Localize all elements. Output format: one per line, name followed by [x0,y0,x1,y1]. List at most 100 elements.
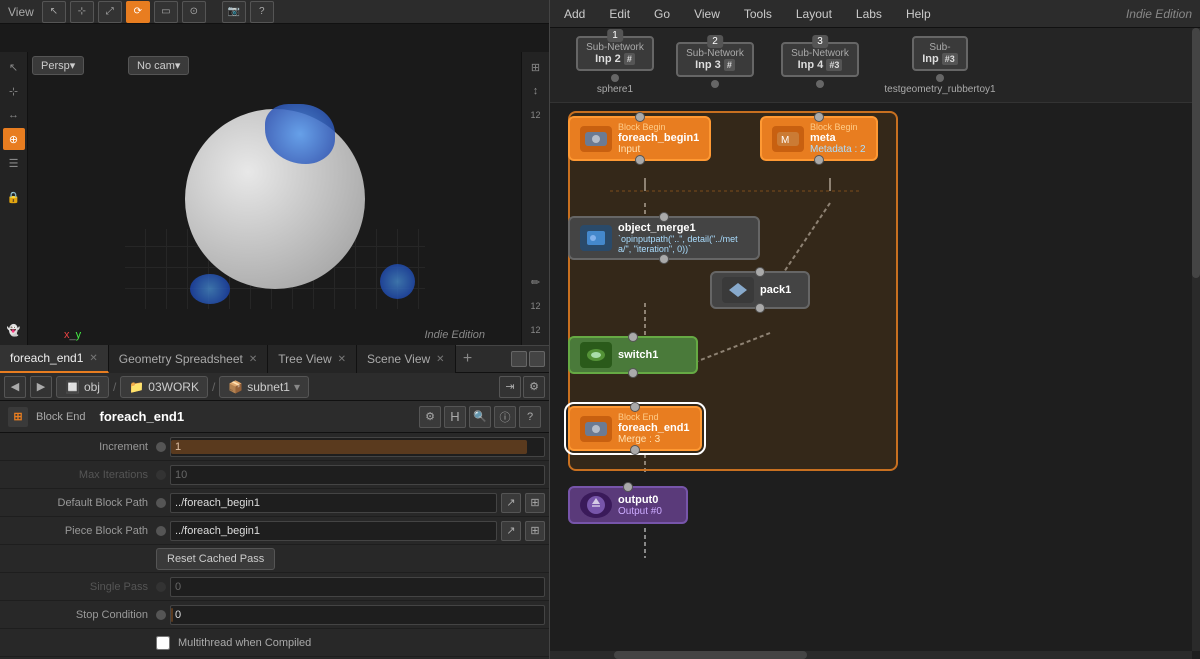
prop-label-max-iterations: Max Iterations [8,469,156,481]
breadcrumb-obj[interactable]: 🔲 obj [56,376,109,398]
node4-inp: Inp #3 [922,53,958,65]
input-node-4[interactable]: Sub- Inp #3 testgeometry_rubbertoy1 [880,36,1000,95]
node-output0[interactable]: output0 Output #0 [568,486,688,524]
tab-stack-btn[interactable] [529,351,545,367]
prop-pin-btn[interactable]: H [444,406,466,428]
persp-button[interactable]: Persp▾ [32,56,84,75]
tab-close-foreach[interactable]: ✕ [89,353,97,364]
tab-tree-view[interactable]: Tree View ✕ [268,345,357,373]
node4-sublabel: Sub- [922,42,958,53]
scrollbar-horizontal[interactable] [550,651,1192,659]
default-block-path-input[interactable] [170,493,497,513]
node1-inp: Inp 2 # [586,53,644,65]
menu-go[interactable]: Go [648,5,676,23]
cam-btn[interactable]: 📷 [222,1,246,23]
prop-label-single-pass: Single Pass [8,581,156,593]
node-foreach-begin1[interactable]: Block Begin foreach_begin1 Input [568,116,711,161]
stop-condition-input[interactable] [170,605,545,625]
node-meta[interactable]: M Block Begin meta Metadata : 2 [760,116,878,161]
input-node-1[interactable]: 1 Sub-Network Inp 2 # sphere1 [570,36,660,95]
move-tool-btn[interactable]: ⤢ [98,1,122,23]
prop-search-btn[interactable]: 🔍 [469,406,491,428]
vp-right-2[interactable]: ↕ [525,80,547,102]
vp-right-1[interactable]: ⊞ [525,56,547,78]
view-btn2[interactable]: ⊙ [182,1,206,23]
increment-input[interactable] [170,437,545,457]
nav-right-2[interactable]: ⚙ [523,376,545,398]
breadcrumb-obj-label: obj [84,380,100,394]
prop-dot-piece-path [156,526,166,536]
rotate-tool-btn[interactable]: ⟳ [126,1,150,23]
input-node-2[interactable]: 2 Sub-Network Inp 3 # [670,42,760,88]
breadcrumb-subnet1[interactable]: 📦 subnet1 ▾ [219,376,309,398]
tabs-bar: foreach_end1 ✕ Geometry Spreadsheet ✕ Tr… [0,345,549,373]
breadcrumb-subnet1-icon: 📦 [228,380,243,394]
object-merge1-dot-bottom [659,254,669,264]
view-btn1[interactable]: ▭ [154,1,178,23]
forward-button[interactable]: ▶ [30,376,52,398]
menu-tools[interactable]: Tools [738,5,778,23]
default-path-link-btn[interactable]: ↗ [501,493,521,513]
help-btn[interactable]: ? [250,1,274,23]
prop-help-btn[interactable]: ? [519,406,541,428]
breadcrumb-03work[interactable]: 📁 03WORK [120,376,208,398]
prop-info-btn[interactable]: ⓘ [494,406,516,428]
menu-help[interactable]: Help [900,5,937,23]
node2-badge: 2 [707,35,723,48]
prop-row-stop-condition: Stop Condition [0,601,549,629]
node-foreach-end1[interactable]: Block End foreach_end1 Merge : 3 [568,406,702,451]
vp-tool-ghost[interactable]: 👻 [3,319,25,341]
menu-add[interactable]: Add [558,5,591,23]
vp-tool-5[interactable]: ☰ [3,152,25,174]
tab-tile-btn[interactable] [511,351,527,367]
tab-foreach-end1[interactable]: foreach_end1 ✕ [0,345,109,373]
vp-tool-select[interactable]: ↖ [3,56,25,78]
prop-label-piece-block-path: Piece Block Path [8,525,156,537]
single-pass-input[interactable] [170,577,545,597]
multithread-checkbox[interactable] [156,636,170,650]
tab-close-tree[interactable]: ✕ [338,354,346,365]
vp-right-3[interactable]: 12 [525,104,547,126]
reset-cached-pass-button[interactable]: Reset Cached Pass [156,548,275,570]
piece-path-extra-btn[interactable]: ⊞ [525,521,545,541]
nocam-button[interactable]: No cam▾ [128,56,189,75]
vp-tool-3[interactable]: ↔ [3,104,25,126]
vp-tool-6[interactable]: 🔒 [3,186,25,208]
menu-view[interactable]: View [688,5,726,23]
stop-condition-slider[interactable] [170,605,545,625]
piece-path-link-btn[interactable]: ↗ [501,521,521,541]
scrollbar-vertical[interactable] [1192,28,1200,651]
vp-right-6[interactable]: 12 [525,319,547,341]
vp-tool-4[interactable]: ⊕ [3,128,25,150]
default-path-extra-btn[interactable]: ⊞ [525,493,545,513]
node-object-merge1[interactable]: object_merge1 `opinputpath("..", detail(… [568,216,760,260]
object-merge1-icon [580,225,612,251]
tab-geometry-spreadsheet[interactable]: Geometry Spreadsheet ✕ [109,345,268,373]
prop-value-piece-block-path: ↗ ⊞ [156,521,545,541]
menu-labs[interactable]: Labs [850,5,888,23]
piece-block-path-input[interactable] [170,521,497,541]
graph-area[interactable]: 1 Sub-Network Inp 2 # sphere1 2 Sub-Netw… [550,28,1200,659]
menu-edit[interactable]: Edit [603,5,636,23]
prop-slider-increment[interactable] [170,437,545,457]
graph-menubar: Add Edit Go View Tools Layout Labs Help … [550,0,1200,28]
vp-right-5[interactable]: 12 [525,295,547,317]
foreach-begin1-dot-bottom [635,155,645,165]
node-pack1[interactable]: pack1 [710,271,810,309]
tab-scene-view[interactable]: Scene View ✕ [357,345,456,373]
prop-gear-btn[interactable]: ⚙ [419,406,441,428]
max-iterations-input[interactable] [170,465,545,485]
back-button[interactable]: ◀ [4,376,26,398]
tab-close-geo[interactable]: ✕ [249,354,257,365]
input-node-3[interactable]: 3 Sub-Network Inp 4 #3 [770,42,870,88]
vp-right-4[interactable]: ✏ [525,271,547,293]
vp-tool-2[interactable]: ⊹ [3,80,25,102]
select-tool-btn[interactable]: ↖ [42,1,66,23]
node-switch1[interactable]: switch1 [568,336,698,374]
tab-close-scene[interactable]: ✕ [436,354,444,365]
nav-right-1[interactable]: ⇥ [499,376,521,398]
select2-tool-btn[interactable]: ⊹ [70,1,94,23]
tab-add-button[interactable]: + [456,345,480,373]
menu-layout[interactable]: Layout [790,5,838,23]
foreach-begin1-dot-top [635,112,645,122]
